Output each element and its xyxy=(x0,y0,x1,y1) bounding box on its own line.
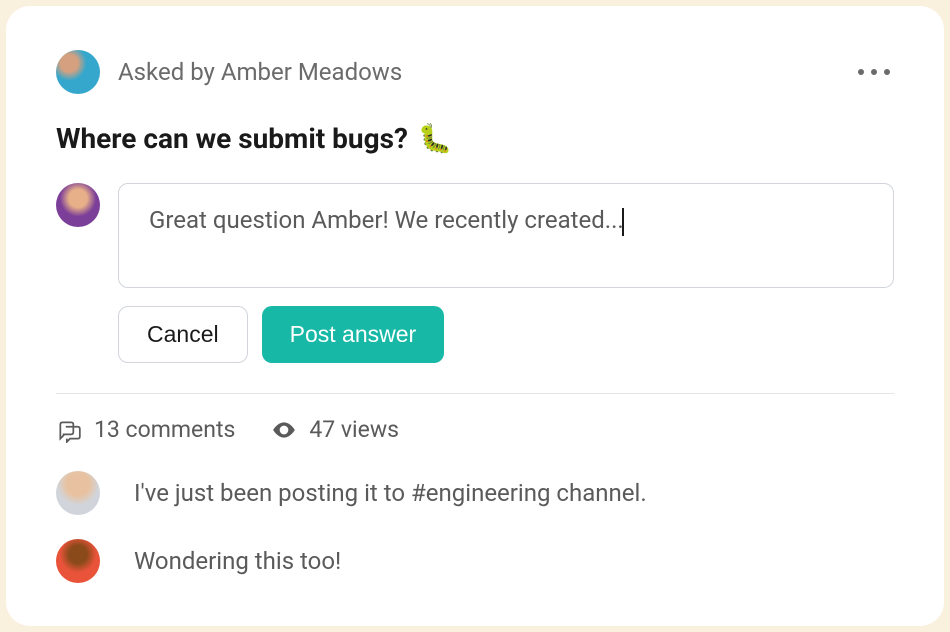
text-cursor xyxy=(622,208,624,236)
post-stats: 13 comments 47 views xyxy=(56,416,894,443)
author-avatar[interactable] xyxy=(56,50,100,94)
post-title: Where can we submit bugs? 🐛 xyxy=(56,122,894,155)
dot-icon xyxy=(871,69,877,75)
answer-textarea[interactable]: Great question Amber! We recently create… xyxy=(118,183,894,288)
dot-icon xyxy=(858,69,864,75)
comment-item: Wondering this too! xyxy=(56,539,894,583)
comment-text: Wondering this too! xyxy=(134,547,341,575)
asked-by-text: Asked by Amber Meadows xyxy=(118,58,836,86)
more-options-button[interactable] xyxy=(854,65,894,79)
section-divider xyxy=(56,393,894,394)
comment-text: I've just been posting it to #engineerin… xyxy=(134,479,647,507)
views-stat: 47 views xyxy=(271,416,399,443)
answer-compose-row: Great question Amber! We recently create… xyxy=(56,183,894,288)
comments-stat[interactable]: 13 comments xyxy=(56,416,235,443)
question-card: Asked by Amber Meadows Where can we subm… xyxy=(6,6,944,626)
comment-item: I've just been posting it to #engineerin… xyxy=(56,471,894,515)
commenter-avatar[interactable] xyxy=(56,539,100,583)
commenter-avatar[interactable] xyxy=(56,471,100,515)
comments-icon xyxy=(56,417,82,443)
views-count-label: 47 views xyxy=(309,416,399,443)
post-answer-button[interactable]: Post answer xyxy=(262,306,445,363)
comments-count-label: 13 comments xyxy=(94,416,235,443)
eye-icon xyxy=(271,417,297,443)
post-header: Asked by Amber Meadows xyxy=(56,50,894,94)
current-user-avatar[interactable] xyxy=(56,183,100,227)
post-title-text: Where can we submit bugs? xyxy=(56,122,408,155)
answer-draft-text: Great question Amber! We recently create… xyxy=(149,206,624,234)
bug-emoji-icon: 🐛 xyxy=(418,122,453,155)
answer-actions: Cancel Post answer xyxy=(118,306,894,363)
dot-icon xyxy=(884,69,890,75)
cancel-button[interactable]: Cancel xyxy=(118,306,248,363)
